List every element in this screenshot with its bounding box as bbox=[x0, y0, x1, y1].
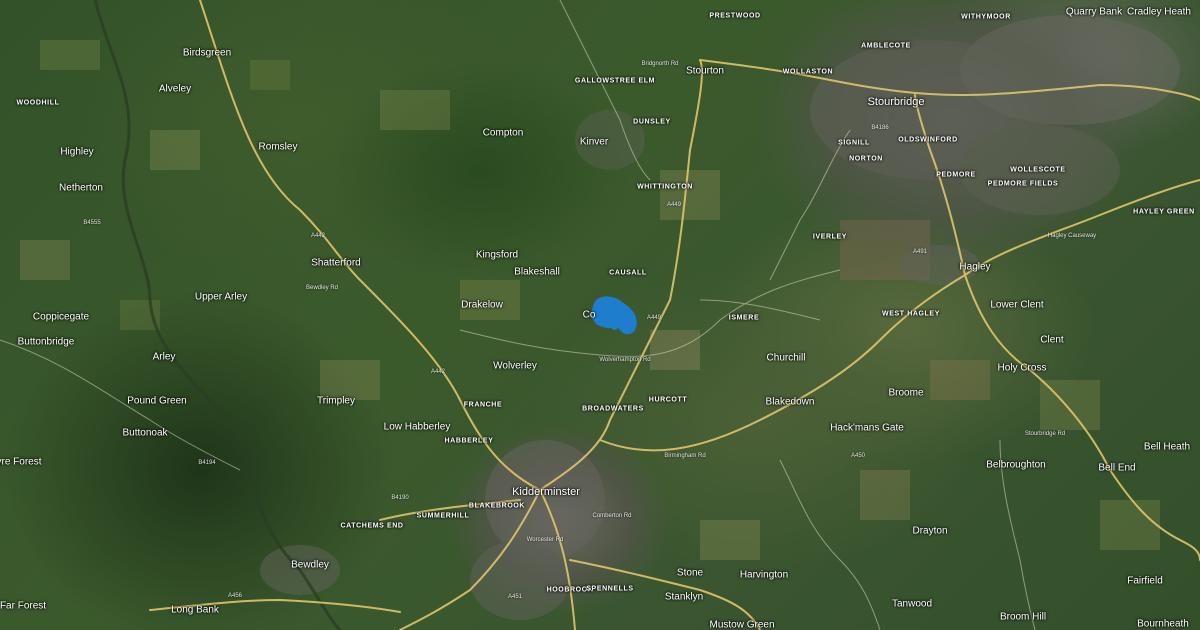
place-label-hayley-green: HAYLEY GREEN bbox=[1133, 208, 1195, 216]
water-region-marker[interactable] bbox=[0, 0, 1200, 630]
place-label-broome: Broome bbox=[888, 387, 924, 399]
place-label-stone: Stone bbox=[676, 567, 704, 579]
place-label-cradley-heath: Cradley Heath bbox=[1127, 6, 1191, 18]
road-label-a442-south: A442 bbox=[430, 369, 446, 375]
place-label-netherton: Netherton bbox=[59, 182, 103, 194]
place-label-norton: NORTON bbox=[849, 155, 883, 163]
place-label-belbroughton: Belbroughton bbox=[986, 459, 1046, 471]
place-label-kinver: Kinver bbox=[579, 136, 609, 148]
place-label-shatterford: Shatterford bbox=[311, 257, 361, 269]
place-label-fairfield: Fairfield bbox=[1127, 575, 1163, 587]
road-label-a491: A491 bbox=[912, 249, 928, 255]
place-label-birdsgreen: Birdsgreen bbox=[182, 47, 232, 59]
place-label-blakebrook: BLAKEBROOK bbox=[468, 502, 526, 510]
place-label-romsley: Romsley bbox=[258, 141, 298, 153]
place-label-wyre-forest: yre Forest bbox=[0, 456, 42, 468]
place-label-churchill: Churchill bbox=[766, 352, 806, 364]
place-label-coppicegate: Coppicegate bbox=[32, 311, 90, 323]
place-label-wolverley: Wolverley bbox=[493, 360, 537, 372]
place-label-signill: SIGNILL bbox=[838, 139, 870, 147]
place-label-stourton: Stourton bbox=[686, 65, 724, 77]
road-label-a451: A451 bbox=[507, 594, 523, 600]
road-label-bridgnorth-rd: Bridgnorth Rd bbox=[641, 61, 679, 67]
road-label-bewdley-rd: Bewdley Rd bbox=[305, 285, 339, 291]
place-label-amblecote: AMBLECOTE bbox=[861, 42, 911, 50]
place-label-arley: Arley bbox=[152, 351, 176, 363]
place-label-franche: FRANCHE bbox=[463, 401, 503, 409]
place-label-habberley: HABBERLEY bbox=[444, 437, 494, 445]
place-label-harvington: Harvington bbox=[739, 569, 789, 581]
road-label-a456: A456 bbox=[227, 593, 243, 599]
place-label-prestwood: PRESTWOOD bbox=[709, 12, 761, 20]
place-label-whittington: WHITTINGTON bbox=[637, 183, 693, 191]
place-label-long-bank: Long Bank bbox=[171, 604, 219, 616]
road-label-birmingham-rd: Birmingham Rd bbox=[664, 453, 706, 459]
place-label-dunsley: DUNSLEY bbox=[633, 118, 671, 126]
place-label-pedmore-fields: PEDMORE FIELDS bbox=[987, 180, 1059, 188]
road-label-a442: A442 bbox=[310, 233, 326, 239]
place-label-drakelow: Drakelow bbox=[461, 299, 503, 311]
road-label-b4555: B4555 bbox=[83, 220, 101, 226]
place-label-bewdley: Bewdley bbox=[291, 559, 329, 571]
place-label-blakeshall: Blakeshall bbox=[514, 266, 560, 278]
place-label-holy-cross: Holy Cross bbox=[997, 362, 1047, 374]
place-label-iverley: IVERLEY bbox=[812, 233, 848, 241]
place-label-wollaston: WOLLASTON bbox=[782, 68, 834, 76]
place-label-cookley: Co bbox=[582, 309, 596, 321]
place-label-alveley: Alveley bbox=[158, 83, 192, 95]
place-label-bell-heath: Bell Heath bbox=[1143, 441, 1191, 453]
place-label-spennells: SPENNELLS bbox=[586, 585, 634, 593]
road-label-b4190: B4190 bbox=[391, 495, 409, 501]
place-label-tanwood: Tanwood bbox=[891, 598, 933, 610]
place-label-low-habberley: Low Habberley bbox=[383, 421, 451, 433]
road-label-worcester-rd: Worcester Rd bbox=[526, 537, 564, 543]
road-label-a449: A449 bbox=[666, 202, 682, 208]
place-label-broom-hill: Broom Hill bbox=[999, 611, 1047, 623]
road-label-stourbridge-rd: Stourbridge Rd bbox=[1024, 431, 1066, 437]
place-label-upper-arley: Upper Arley bbox=[194, 291, 248, 303]
place-label-catchems-end: CATCHEMS END bbox=[340, 522, 404, 530]
place-label-quarry-bank: Quarry Bank bbox=[1065, 6, 1123, 18]
place-label-wollescote: WOLLESCOTE bbox=[1010, 166, 1066, 174]
place-label-bournheath: Bournheath bbox=[1137, 618, 1189, 630]
place-label-buttonbridge: Buttonbridge bbox=[17, 336, 75, 348]
place-label-hackmans-gate: Hack'mans Gate bbox=[830, 422, 904, 434]
place-label-oldswinford: OLDSWINFORD bbox=[898, 136, 958, 144]
place-label-bell-end: Bell End bbox=[1098, 462, 1136, 474]
road-label-wolverhampton-rd: Wolverhampton Rd bbox=[599, 357, 651, 363]
place-label-ismere: ISMERE bbox=[728, 314, 760, 322]
road-label-hagley-causeway: Hagley Causeway bbox=[1047, 233, 1097, 239]
road-label-comberton-rd: Comberton Rd bbox=[592, 513, 632, 519]
place-label-stourbridge: Stourbridge bbox=[867, 96, 925, 108]
place-label-west-hagley: WEST HAGLEY bbox=[882, 310, 940, 318]
place-label-far-forest: Far Forest bbox=[0, 600, 47, 612]
place-label-gallowstree-elm: GALLOWSTREE ELM bbox=[574, 77, 656, 85]
place-label-pound-green: Pound Green bbox=[127, 395, 187, 407]
place-label-summerhill: SUMMERHILL bbox=[416, 512, 470, 520]
place-label-lower-clent: Lower Clent bbox=[990, 299, 1044, 311]
place-label-mustow-green: Mustow Green bbox=[709, 619, 775, 630]
satellite-map[interactable]: WOODHILL Alveley Birdsgreen Highley Roms… bbox=[0, 0, 1200, 630]
place-label-blakedown: Blakedown bbox=[765, 396, 815, 408]
place-label-pedmore: PEDMORE bbox=[936, 171, 976, 179]
place-label-woodhill: WOODHILL bbox=[16, 99, 60, 107]
place-label-compton: Compton bbox=[482, 127, 524, 139]
road-label-a450: A450 bbox=[850, 453, 866, 459]
place-label-highley: Highley bbox=[60, 146, 94, 158]
place-label-clent: Clent bbox=[1040, 334, 1064, 346]
place-label-drayton: Drayton bbox=[912, 525, 948, 537]
place-label-stanklyn: Stanklyn bbox=[664, 591, 704, 603]
road-label-b4194: B4194 bbox=[198, 460, 216, 466]
place-label-causall: CAUSALL bbox=[609, 269, 647, 277]
road-label-b4186: B4186 bbox=[871, 125, 889, 131]
road-label-a449-south: A449 bbox=[646, 315, 662, 321]
place-label-broadwaters: BROADWATERS bbox=[582, 405, 644, 413]
place-label-kingsford: Kingsford bbox=[475, 249, 519, 261]
place-label-hagley: Hagley bbox=[959, 261, 991, 273]
place-label-trimpley: Trimpley bbox=[317, 395, 355, 407]
place-label-kidderminster: Kidderminster bbox=[512, 486, 580, 498]
place-label-hurcott: HURCOTT bbox=[648, 396, 688, 404]
place-label-withymoor: WITHYMOOR bbox=[961, 13, 1011, 21]
place-label-buttonoak: Buttonoak bbox=[122, 427, 168, 439]
